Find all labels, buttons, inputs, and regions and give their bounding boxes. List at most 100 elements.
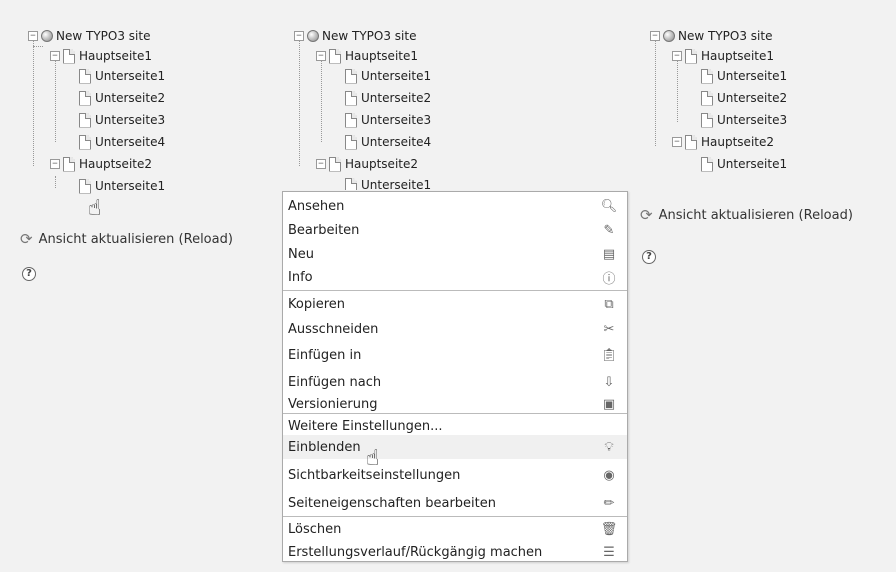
tree-item-hauptseite2[interactable]: − Hauptseite2 [672, 132, 774, 152]
menu-item-label: Ausschneiden [288, 321, 379, 337]
tree-item-label[interactable]: Hauptseite2 [79, 154, 152, 174]
collapse-toggle-icon[interactable]: − [294, 31, 304, 41]
menu-item-label: Löschen [288, 521, 342, 537]
tree-item[interactable]: Unterseite1 [79, 176, 165, 196]
menu-item-paste-into[interactable]: Einfügen in 📋︎ [283, 343, 627, 367]
tree-item-hauptseite1[interactable]: − Hauptseite1 [316, 46, 418, 66]
menu-item-info[interactable]: Info ⓘ [283, 265, 627, 289]
tree-item[interactable]: Unterseite1 [79, 66, 165, 86]
menu-item-new[interactable]: Neu ▤ [283, 242, 627, 266]
tree-item-label[interactable]: Unterseite1 [95, 176, 165, 196]
magnifier-icon: 🔍︎ [600, 198, 618, 214]
tree-item-label[interactable]: Hauptseite1 [79, 46, 152, 66]
menu-item-label: Einfügen in [288, 347, 362, 363]
menu-item-label: Neu [288, 246, 314, 262]
tree-item-label[interactable]: Unterseite3 [361, 110, 431, 130]
help-icon[interactable]: ? [22, 267, 36, 281]
collapse-toggle-icon[interactable]: − [316, 51, 326, 61]
tree-item-label[interactable]: Unterseite3 [717, 110, 787, 130]
tree-item-label[interactable]: Unterseite3 [95, 110, 165, 130]
tree-item-label[interactable]: Unterseite2 [717, 88, 787, 108]
menu-item-label: Info [288, 269, 313, 285]
tree-item-label[interactable]: Unterseite4 [95, 132, 165, 152]
tree-item-label[interactable]: Unterseite4 [361, 132, 431, 152]
tree-root-label[interactable]: New TYPO3 site [322, 26, 416, 46]
tree-item[interactable]: Unterseite2 [345, 88, 431, 108]
tree-item[interactable]: Unterseite1 [701, 66, 787, 86]
tree-item[interactable]: Unterseite4 [79, 132, 165, 152]
collapse-toggle-icon[interactable]: − [50, 51, 60, 61]
page-icon [79, 68, 91, 84]
page-icon [701, 90, 713, 106]
tree-item-label[interactable]: Unterseite2 [361, 88, 431, 108]
tree-item-hauptseite2[interactable]: − Hauptseite2 [316, 154, 418, 174]
tree-item-label[interactable]: Unterseite1 [717, 66, 787, 86]
tree-root-row[interactable]: − New TYPO3 site [28, 26, 150, 46]
tree-item[interactable]: Unterseite3 [701, 110, 787, 130]
menu-item-page-properties[interactable]: Seiteneigenschaften bearbeiten ✏︎ [283, 491, 627, 515]
page-icon [63, 156, 75, 172]
tree-root-label[interactable]: New TYPO3 site [56, 26, 150, 46]
menu-item-view[interactable]: Ansehen 🔍︎ [283, 194, 627, 218]
collapse-toggle-icon[interactable]: − [50, 159, 60, 169]
page-icon [329, 48, 341, 64]
tree-item-label[interactable]: Unterseite2 [95, 88, 165, 108]
collapse-toggle-icon[interactable]: − [672, 51, 682, 61]
reload-label[interactable]: Ansicht aktualisieren (Reload) [39, 232, 233, 247]
menu-item-copy[interactable]: Kopieren ⧉ [283, 292, 627, 316]
tree-root-row[interactable]: − New TYPO3 site [650, 26, 772, 46]
tree-item-partial[interactable]: Unterseite1 [345, 178, 465, 190]
tree-item-label[interactable]: Hauptseite2 [345, 154, 418, 174]
collapse-toggle-icon[interactable]: − [28, 31, 38, 41]
tree-item-label[interactable]: Hauptseite1 [701, 46, 774, 66]
trash-icon: 🗑︎ [600, 521, 618, 537]
page-icon [701, 68, 713, 84]
hand-cursor-icon: ☝ [88, 196, 102, 221]
menu-item-history-undo[interactable]: Erstellungsverlauf/Rückgängig machen ☰ [283, 540, 627, 564]
new-page-icon: ▤ [602, 246, 616, 262]
menu-item-delete[interactable]: Löschen 🗑︎ [283, 517, 627, 541]
hand-cursor-icon: ☝ [366, 446, 380, 471]
menu-item-edit[interactable]: Bearbeiten ✎ [283, 218, 627, 242]
history-icon: ☰ [603, 544, 615, 560]
collapse-toggle-icon[interactable]: − [650, 31, 660, 41]
tree-item-hauptseite1[interactable]: − Hauptseite1 [672, 46, 774, 66]
help-icon[interactable]: ? [642, 250, 656, 264]
tree-item-hauptseite1[interactable]: − Hauptseite1 [50, 46, 152, 66]
tree-root-label[interactable]: New TYPO3 site [678, 26, 772, 46]
tree-item[interactable]: Unterseite3 [345, 110, 431, 130]
tree-item[interactable]: Unterseite2 [79, 88, 165, 108]
copy-icon: ⧉ [604, 296, 614, 312]
tree-item-label[interactable]: Unterseite1 [95, 66, 165, 86]
reload-link[interactable]: ⟳ Ansicht aktualisieren (Reload) [640, 206, 853, 224]
menu-item-cut[interactable]: Ausschneiden ✂ [283, 317, 627, 341]
collapse-toggle-icon[interactable]: − [672, 137, 682, 147]
tree-item-label[interactable]: Hauptseite1 [345, 46, 418, 66]
tree-item[interactable]: Unterseite1 [701, 154, 787, 174]
menu-item-paste-after[interactable]: Einfügen nach ⇩ [283, 370, 627, 394]
tree-root-row[interactable]: − New TYPO3 site [294, 26, 416, 46]
tree-item[interactable]: Unterseite3 [79, 110, 165, 130]
collapse-toggle-icon[interactable]: − [316, 159, 326, 169]
reload-link[interactable]: ⟳ Ansicht aktualisieren (Reload) [20, 230, 233, 248]
menu-item-unhide[interactable]: Einblenden 💡︎ [283, 435, 627, 459]
tree-item-label[interactable]: Unterseite1 [717, 154, 787, 174]
tree-item[interactable]: Unterseite4 [345, 132, 431, 152]
visibility-icon: ◉ [603, 467, 615, 483]
tree-item-hauptseite2[interactable]: − Hauptseite2 [50, 154, 152, 174]
tree-item[interactable]: Unterseite1 [345, 66, 431, 86]
menu-divider [283, 290, 627, 291]
page-icon [685, 134, 697, 150]
menu-item-label: Einblenden [288, 439, 361, 455]
page-icon [79, 90, 91, 106]
paste-into-icon: 📋︎ [600, 347, 618, 363]
tree-item-label[interactable]: Hauptseite2 [701, 132, 774, 152]
menu-item-visibility-settings[interactable]: Sichtbarkeitseinstellungen ◉ [283, 463, 627, 487]
menu-item-label: Weitere Einstellungen... [288, 418, 443, 434]
tree-item[interactable]: Unterseite2 [701, 88, 787, 108]
tree-item-label[interactable]: Unterseite1 [361, 178, 431, 190]
reload-label[interactable]: Ansicht aktualisieren (Reload) [659, 208, 853, 223]
menu-item-label: Bearbeiten [288, 222, 360, 238]
page-icon [345, 134, 357, 150]
tree-item-label[interactable]: Unterseite1 [361, 66, 431, 86]
